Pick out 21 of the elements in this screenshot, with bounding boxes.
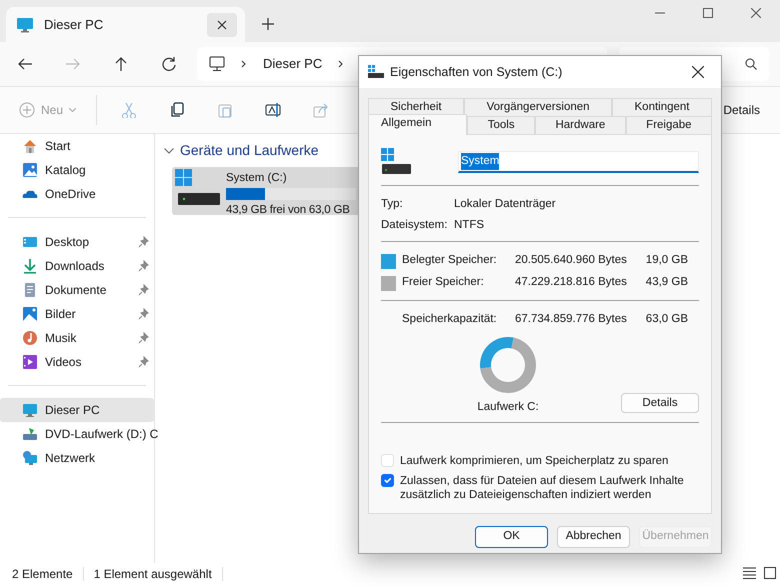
status-text: 1 Element ausgewählt [94, 566, 212, 583]
dialog-title: Eigenschaften von System (C:) [390, 64, 562, 81]
field-value: Lokaler Datenträger [454, 196, 556, 212]
capacity-size: 63,0 GB [644, 312, 688, 328]
field-value: NTFS [454, 218, 484, 233]
checkbox-label: Laufwerk komprimieren, um Speicherplatz zu sparen [400, 454, 668, 468]
usage-size: 43,9 GB [644, 275, 688, 290]
usage-bytes: 47.229.218.816 Bytes [515, 275, 628, 290]
usage-label: Belegter Speicher: [402, 253, 498, 268]
checkbox-label: Zulassen, dass für Dateien auf diesem Laufwerk Inhalte zusätzlich zu Dateieigenschaften indiziert werden [400, 474, 685, 502]
capacity-label: Speicherkapazität: [402, 312, 498, 328]
drive-label: Laufwerk C: [477, 400, 539, 415]
field-label: Typ: [381, 196, 404, 212]
field-label: Dateisystem: [381, 218, 448, 233]
tab-title: Dieser PC [44, 16, 104, 34]
usage-size: 19,0 GB [644, 253, 688, 268]
usage-label: Freier Speicher: [402, 275, 485, 290]
drive-name: System (C:) [226, 171, 288, 186]
usage-bytes: 20.505.640.960 Bytes [515, 253, 628, 268]
capacity-bytes: 67.734.859.776 Bytes [515, 312, 628, 328]
status-text: 2 Elemente [12, 566, 73, 583]
